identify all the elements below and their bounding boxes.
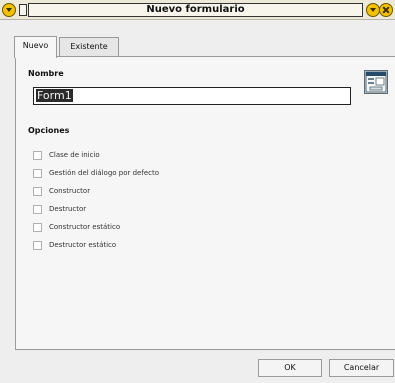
- tab-existente[interactable]: Existente: [59, 37, 119, 57]
- option-clase-de-inicio[interactable]: Clase de inicio: [33, 146, 333, 164]
- ok-button[interactable]: OK: [258, 359, 322, 377]
- option-label: Constructor: [49, 187, 91, 195]
- option-label: Constructor estático: [49, 223, 121, 231]
- options-section-title: Opciones: [28, 126, 70, 135]
- option-label: Clase de inicio: [49, 151, 100, 159]
- option-destructor-estatico[interactable]: Destructor estático: [33, 236, 333, 254]
- options-list: Clase de inicio Gestión del diálogo por …: [33, 146, 333, 254]
- checkbox[interactable]: [33, 204, 42, 214]
- checkbox[interactable]: [33, 222, 42, 232]
- tab-page-nuevo: Nombre Form1 Opciones Clase de inicio Ge…: [15, 56, 395, 350]
- checkbox[interactable]: [33, 240, 42, 250]
- window-controls: [366, 3, 394, 17]
- checkbox[interactable]: [33, 168, 42, 178]
- option-destructor[interactable]: Destructor: [33, 200, 333, 218]
- window-menu-icon[interactable]: [2, 3, 16, 17]
- form-name-value: Form1: [36, 89, 73, 102]
- checkbox[interactable]: [33, 150, 42, 160]
- new-form-dialog: Nuevo formulario Nuevo Existente Nombre …: [0, 0, 395, 383]
- option-constructor-estatico[interactable]: Constructor estático: [33, 218, 333, 236]
- tab-nuevo[interactable]: Nuevo: [14, 36, 57, 58]
- option-gestion-dialogo[interactable]: Gestión del diálogo por defecto: [33, 164, 333, 182]
- title-bar-left-handle: [19, 4, 27, 16]
- window-title: Nuevo formulario: [28, 3, 363, 17]
- name-section-title: Nombre: [28, 69, 64, 78]
- form-name-input[interactable]: Form1: [33, 87, 351, 105]
- close-icon[interactable]: [379, 3, 393, 17]
- option-constructor[interactable]: Constructor: [33, 182, 333, 200]
- option-label: Destructor estático: [49, 241, 117, 249]
- form-preview-icon: [364, 70, 388, 94]
- title-bar: Nuevo formulario: [0, 0, 395, 20]
- option-label: Destructor: [49, 205, 87, 213]
- cancel-button[interactable]: Cancelar: [329, 359, 394, 377]
- option-label: Gestión del diálogo por defecto: [49, 169, 160, 177]
- minimize-icon[interactable]: [366, 3, 380, 17]
- checkbox[interactable]: [33, 186, 42, 196]
